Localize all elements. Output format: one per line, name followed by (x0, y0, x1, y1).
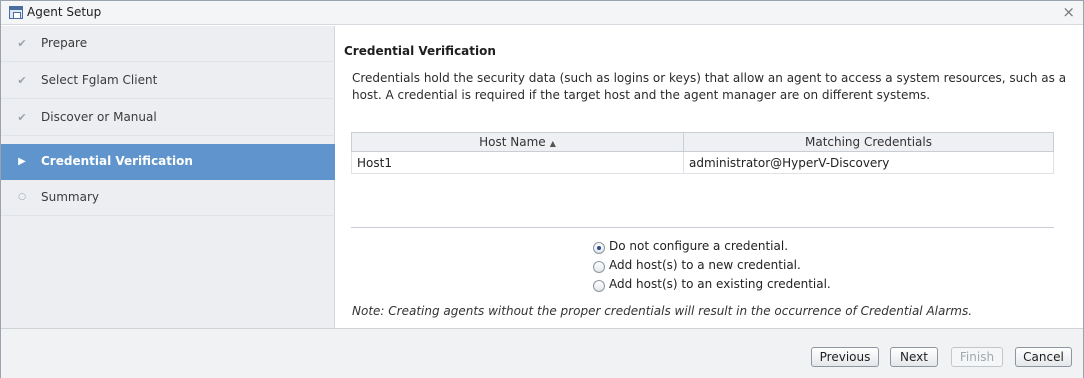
matching-credentials-column-header[interactable]: Matching Credentials (683, 132, 1054, 152)
agent-setup-app-icon (9, 6, 23, 19)
host-name-cell: Host1 (351, 151, 684, 174)
previous-button[interactable]: Previous (811, 347, 879, 367)
finish-button[interactable]: Finish (951, 347, 1003, 367)
step-prepare[interactable]: ✔ Prepare (1, 26, 335, 62)
host-name-column-header[interactable]: Host Name ▲ (351, 132, 684, 152)
matching-credentials-cell: administrator@HyperV-Discovery (683, 151, 1054, 174)
hosts-table: Host Name ▲ Matching Credentials Host1 ad… (351, 132, 1054, 174)
page-title: Credential Verification (344, 44, 496, 58)
step-credential-verification[interactable]: ▶ Credential Verification (1, 144, 335, 180)
step-discover-or-manual[interactable]: ✔ Discover or Manual (1, 100, 335, 136)
table-header-row: Host Name ▲ Matching Credentials (351, 132, 1054, 152)
check-icon: ✔ (17, 111, 27, 124)
option-label: Add host(s) to a new credential. (609, 258, 801, 272)
cancel-button[interactable]: Cancel (1015, 347, 1072, 367)
play-icon: ▶ (18, 156, 26, 167)
title-bar: Agent Setup × (1, 1, 1083, 25)
divider (351, 227, 1054, 228)
step-select-fglam-client[interactable]: ✔ Select Fglam Client (1, 63, 335, 99)
main-panel: Credential Verification Credentials hold… (335, 26, 1083, 328)
radio-button[interactable] (593, 280, 605, 292)
check-icon: ✔ (17, 74, 27, 87)
column-header-label: Host Name (479, 135, 546, 149)
table-row[interactable]: Host1 administrator@HyperV-Discovery (351, 151, 1054, 174)
step-summary[interactable]: ○ Summary (1, 180, 335, 216)
step-label: Discover or Manual (41, 110, 157, 124)
radio-button[interactable] (593, 261, 605, 273)
window-title: Agent Setup (27, 5, 102, 19)
step-label: Select Fglam Client (41, 73, 158, 87)
column-header-label: Matching Credentials (804, 135, 932, 149)
note-text: Note: Creating agents without the proper… (352, 304, 973, 318)
step-label: Prepare (41, 36, 88, 50)
circle-icon: ○ (18, 192, 26, 202)
wizard-footer: Previous Next Finish Cancel (1, 328, 1083, 378)
description-text: Credentials hold the security data (such… (352, 71, 1067, 102)
close-icon[interactable]: × (1062, 3, 1075, 21)
check-icon: ✔ (17, 37, 27, 50)
step-label: Credential Verification (41, 154, 193, 168)
agent-setup-window: Agent Setup × ✔ Prepare ✔ Select Fglam C… (0, 0, 1084, 378)
next-button[interactable]: Next (890, 347, 938, 367)
wizard-steps-sidebar: ✔ Prepare ✔ Select Fglam Client ✔ Discov… (1, 26, 335, 328)
step-label: Summary (41, 190, 99, 204)
radio-button-selected[interactable] (593, 242, 605, 254)
option-label: Do not configure a credential. (609, 239, 789, 253)
sort-ascending-icon: ▲ (549, 139, 556, 148)
option-label: Add host(s) to an existing credential. (609, 277, 831, 291)
